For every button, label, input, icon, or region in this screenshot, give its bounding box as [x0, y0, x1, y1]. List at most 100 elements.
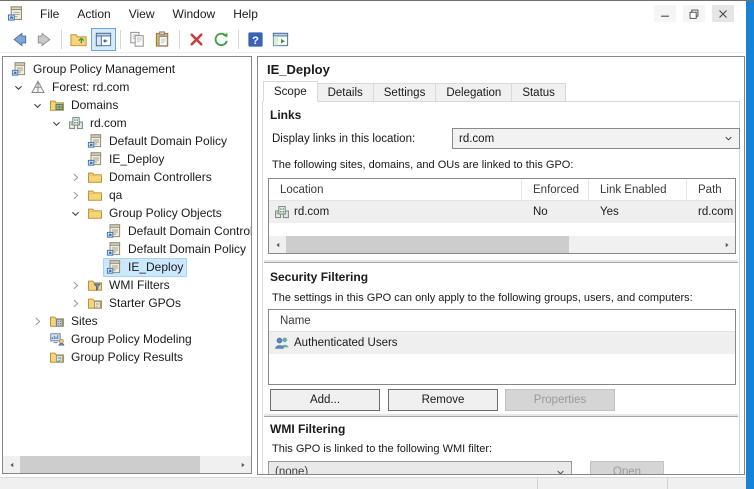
help-button[interactable] — [243, 28, 268, 51]
tree-item-sites[interactable]: Sites — [3, 312, 251, 330]
tree-item-domain-controllers[interactable]: Domain Controllers — [3, 168, 251, 186]
back-button[interactable] — [7, 28, 32, 51]
links-horizontal-scrollbar[interactable] — [269, 236, 735, 253]
chevron-right-icon[interactable] — [66, 277, 85, 293]
tree-item-label: Default Domain Policy — [108, 133, 228, 149]
tree-item-label: Group Policy Modeling — [70, 331, 193, 347]
domain-icon — [274, 204, 290, 220]
column-header-location[interactable]: Location — [269, 179, 522, 200]
paste-button[interactable] — [150, 28, 175, 51]
show-console-tree-button[interactable] — [91, 28, 116, 51]
tree-item-default-domain-controllers-policy[interactable]: Default Domain Controll — [3, 222, 251, 240]
security-table-row[interactable]: Authenticated Users — [269, 332, 735, 354]
tab-details[interactable]: Details — [318, 83, 374, 102]
forest-icon — [30, 79, 46, 95]
starter-folder-icon — [87, 295, 103, 311]
menu-window[interactable]: Window — [164, 4, 225, 24]
chevron-right-icon[interactable] — [66, 187, 85, 203]
copy-button[interactable] — [125, 28, 150, 51]
minimize-icon — [658, 7, 672, 21]
delete-icon — [187, 30, 206, 49]
links-heading: Links — [270, 108, 301, 122]
status-bar — [0, 477, 746, 489]
menu-view[interactable]: View — [120, 4, 164, 24]
add-button[interactable]: Add... — [270, 389, 380, 411]
cell-link-enabled: Yes — [589, 201, 687, 223]
tab-delegation[interactable]: Delegation — [436, 83, 512, 102]
chevron-down-icon[interactable] — [66, 205, 85, 221]
tab-status[interactable]: Status — [512, 83, 566, 102]
menu-action[interactable]: Action — [68, 4, 119, 24]
wmi-filter-dropdown[interactable]: (none) — [268, 461, 572, 475]
tab-scope[interactable]: Scope — [263, 81, 318, 102]
twisty-spacer — [28, 331, 47, 347]
toolbar-separator — [238, 30, 239, 49]
tree-item-starter-gpos[interactable]: Starter GPOs — [3, 294, 251, 312]
chevron-down-icon[interactable] — [28, 97, 47, 113]
tree-item-qa[interactable]: qa — [3, 186, 251, 204]
minimize-button[interactable] — [654, 5, 676, 22]
tab-strip: Scope Details Settings Delegation Status — [263, 83, 566, 102]
menu-file[interactable]: File — [31, 4, 68, 24]
chevron-right-icon[interactable] — [66, 295, 85, 311]
tree-item-group-policy-modeling[interactable]: Group Policy Modeling — [3, 330, 251, 348]
tree-item-default-domain-policy[interactable]: Default Domain Policy — [3, 240, 251, 258]
tree-item-group-policy-results[interactable]: Group Policy Results — [3, 348, 251, 366]
status-bar-divider — [537, 478, 538, 489]
close-button[interactable] — [712, 5, 734, 22]
modeling-icon — [49, 331, 65, 347]
tree-item-label: Sites — [70, 313, 99, 329]
chevron-right-icon[interactable] — [28, 313, 47, 329]
tree-item-group-policy-management[interactable]: Group Policy Management — [3, 60, 251, 78]
tree-item-label: Default Domain Policy — [127, 241, 247, 257]
tab-settings[interactable]: Settings — [374, 83, 437, 102]
scope-tab-page: Links Display links in this location: rd… — [262, 101, 740, 475]
scroll-left-arrow-icon[interactable] — [269, 236, 286, 253]
links-table-row[interactable]: rd.com No Yes rd.com — [269, 201, 735, 223]
wmi-filtering-heading: WMI Filtering — [270, 422, 345, 436]
column-header-enforced[interactable]: Enforced — [522, 179, 589, 200]
chevron-down-icon[interactable] — [47, 115, 66, 131]
scroll-right-arrow-icon[interactable] — [234, 456, 251, 473]
tree-item-group-policy-objects[interactable]: Group Policy Objects — [3, 204, 251, 222]
security-filtering-table: Name Authenticated Users — [268, 309, 736, 385]
ou-folder-icon — [87, 169, 103, 185]
location-dropdown[interactable]: rd.com — [452, 128, 740, 149]
properties-button[interactable]: Properties — [505, 389, 615, 411]
column-header-name[interactable]: Name — [269, 310, 735, 331]
refresh-button[interactable] — [209, 28, 234, 51]
chevron-right-icon[interactable] — [66, 169, 85, 185]
menu-bar: File Action View Window Help — [0, 1, 746, 26]
forward-button[interactable] — [32, 28, 57, 51]
column-header-path[interactable]: Path — [687, 179, 735, 200]
scroll-left-arrow-icon[interactable] — [3, 456, 20, 473]
tree-item-wmi-filters[interactable]: WMI Filters — [3, 276, 251, 294]
delete-button[interactable] — [184, 28, 209, 51]
wmi-folder-icon — [87, 277, 103, 293]
copy-icon — [128, 30, 147, 49]
tree-item-domains[interactable]: Domains — [3, 96, 251, 114]
cell-path: rd.com — [687, 201, 735, 223]
remove-button[interactable]: Remove — [388, 389, 498, 411]
tree-item-default-domain-policy-link[interactable]: Default Domain Policy — [3, 132, 251, 150]
up-one-level-button[interactable] — [66, 28, 91, 51]
column-header-link-enabled[interactable]: Link Enabled — [589, 179, 687, 200]
paste-icon — [153, 30, 172, 49]
twisty-spacer — [28, 349, 47, 365]
tree-item-ie-deploy[interactable]: IE_Deploy — [3, 258, 251, 276]
new-window-button[interactable] — [268, 28, 293, 51]
tree-item-rd-com[interactable]: rd.com — [3, 114, 251, 132]
scroll-right-arrow-icon[interactable] — [718, 236, 735, 253]
tree-item-forest-rd-com[interactable]: Forest: rd.com — [3, 78, 251, 96]
scrollbar-thumb[interactable] — [20, 456, 200, 473]
chevron-down-icon[interactable] — [9, 79, 28, 95]
domains-folder-icon — [49, 97, 65, 113]
ou-folder-icon — [87, 187, 103, 203]
restore-button[interactable] — [683, 5, 705, 22]
scrollbar-thumb[interactable] — [286, 236, 569, 253]
open-button[interactable]: Open — [590, 461, 664, 475]
tree-horizontal-scrollbar[interactable] — [3, 456, 251, 473]
menu-help[interactable]: Help — [224, 4, 267, 24]
tree-item-ie-deploy-link[interactable]: IE_Deploy — [3, 150, 251, 168]
chevron-down-icon — [723, 133, 734, 144]
